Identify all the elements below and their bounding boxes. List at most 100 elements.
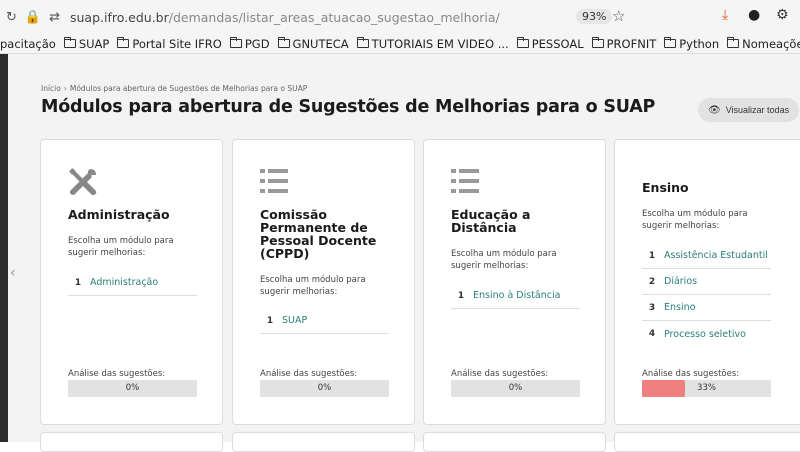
- folder-icon: [516, 37, 529, 48]
- module-list: 1 SUAP: [260, 308, 389, 334]
- lock-icon[interactable]: 🔒: [25, 10, 41, 25]
- card-partial: [232, 432, 415, 452]
- module-list: 1 Assistência Estudantil 2 Diários 3 Ens…: [642, 243, 771, 347]
- folder-icon: [664, 37, 677, 48]
- module-number: 3: [648, 302, 656, 313]
- card-title: Administração: [68, 207, 170, 222]
- card-ensino: Ensino Escolha um módulo para sugerir me…: [614, 139, 800, 425]
- eye-icon: 👁: [708, 104, 721, 116]
- bookmark-label: TUTORIAIS EM VIDEO ...: [371, 36, 509, 51]
- module-item[interactable]: 1 Administração: [68, 270, 197, 296]
- breadcrumb-home[interactable]: Início: [41, 84, 61, 93]
- bookmark-label: PGD: [244, 36, 270, 51]
- view-all-label: Visualizar todas: [725, 105, 790, 115]
- folder-icon: [117, 37, 130, 48]
- module-link[interactable]: SUAP: [282, 315, 307, 326]
- bookmark-nomeacoes[interactable]: Nomeações: [727, 37, 800, 51]
- card-partial: [423, 432, 606, 452]
- module-link[interactable]: Processo seletivo: [664, 329, 746, 340]
- left-sidebar-edge: [0, 54, 8, 442]
- card-title: Educação a Distância: [451, 207, 531, 235]
- download-icon[interactable]: ⤓: [722, 7, 728, 23]
- bookmark-gnuteca[interactable]: GNUTECA: [277, 36, 349, 51]
- folder-icon: [277, 37, 290, 48]
- reload-icon[interactable]: ↻: [6, 10, 17, 25]
- breadcrumb: Início › Módulos para abertura de Sugestõe…: [41, 84, 307, 93]
- card-partial: [614, 432, 800, 452]
- module-number: 1: [457, 290, 465, 301]
- bookmark-suap[interactable]: SUAP: [63, 36, 110, 51]
- folder-icon: [63, 37, 76, 48]
- folder-icon: [727, 37, 740, 48]
- breadcrumb-current: Módulos para abertura de Sugestões de Me…: [69, 84, 308, 93]
- card-partial: [40, 432, 223, 452]
- bookmark-label: Python: [679, 36, 720, 51]
- bookmark-profnit[interactable]: PROFNIT: [591, 36, 657, 51]
- bookmark-label: GNUTECA: [292, 36, 349, 51]
- module-list: 1 Administração: [68, 270, 197, 296]
- zoom-indicator[interactable]: 93%: [576, 9, 613, 24]
- module-number: 1: [266, 315, 274, 326]
- module-item[interactable]: 1 Assistência Estudantil: [642, 243, 771, 269]
- bookmark-label: Portal Site IFRO: [132, 36, 222, 51]
- extension-icon[interactable]: ●: [748, 7, 760, 23]
- progress-text: 0%: [317, 383, 332, 393]
- bookmark-pgd[interactable]: PGD: [229, 36, 270, 51]
- analysis-label: Análise das sugestões:: [642, 369, 740, 379]
- bookmark-label: Nomeações: [742, 36, 800, 51]
- analysis-label: Análise das sugestões:: [68, 369, 166, 379]
- module-link[interactable]: Administração: [90, 277, 158, 288]
- progress-bar: 0%: [451, 380, 580, 397]
- module-number: 2: [648, 276, 656, 287]
- progress-bar: 0%: [260, 380, 389, 397]
- bookmark-pessoal[interactable]: PESSOAL: [516, 37, 584, 51]
- bookmark-label: PROFNIT: [606, 36, 657, 51]
- view-all-button[interactable]: 👁 Visualizar todas: [698, 98, 800, 122]
- bookmark-label: pacitação: [0, 36, 56, 51]
- card-description: Escolha um módulo para sugerir melhorias…: [451, 249, 557, 271]
- progress-text: 0%: [125, 383, 140, 393]
- url-path: /demandas/listar_areas_atuacao_sugestao_…: [168, 9, 500, 25]
- folder-icon: [356, 37, 369, 48]
- module-number: 4: [648, 329, 656, 339]
- url-field[interactable]: suap.ifro.edu.br/demandas/listar_areas_a…: [70, 10, 500, 25]
- bookmark-portal[interactable]: Portal Site IFRO: [117, 36, 222, 51]
- bookmark-python[interactable]: Python: [664, 37, 719, 51]
- list-icon: [260, 169, 288, 193]
- analysis-label: Análise das sugestões:: [451, 369, 549, 379]
- module-item[interactable]: 2 Diários: [642, 269, 771, 295]
- card-description: Escolha um módulo para sugerir melhorias…: [642, 209, 748, 231]
- module-item[interactable]: 3 Ensino: [642, 295, 771, 321]
- module-link[interactable]: Diários: [664, 276, 697, 287]
- card-description: Escolha um módulo para sugerir melhorias…: [260, 275, 366, 297]
- module-link[interactable]: Ensino: [664, 302, 695, 313]
- module-item[interactable]: 1 Ensino à Distância: [451, 283, 580, 309]
- browser-toolbar: ↻ 🔒 ⇄ suap.ifro.edu.br/demandas/listar_a…: [0, 0, 800, 34]
- breadcrumb-separator-icon: ›: [63, 84, 67, 93]
- module-link[interactable]: Ensino à Distância: [473, 290, 560, 301]
- progress-bar: 33%: [642, 380, 771, 397]
- profile-icon[interactable]: ⚙: [776, 7, 789, 23]
- module-number: 1: [74, 277, 82, 288]
- card-administracao: Administração Escolha um módulo para sug…: [40, 139, 223, 425]
- progress-text: 0%: [508, 383, 523, 393]
- page-title: Módulos para abertura de Sugestões de Me…: [41, 97, 656, 117]
- url-host: suap.ifro.edu.br: [70, 9, 169, 25]
- bookmark-tutoriais[interactable]: TUTORIAIS EM VIDEO ...: [356, 36, 509, 51]
- card-educacao-distancia: Educação a Distância Escolha um módulo p…: [423, 139, 606, 425]
- bookmarks-bar: pacitação SUAP Portal Site IFRO PGD GNUT…: [0, 34, 800, 54]
- folder-icon: [229, 37, 242, 48]
- module-list: 1 Ensino à Distância: [451, 283, 580, 309]
- module-item[interactable]: 4 Processo seletivo: [642, 321, 771, 347]
- module-number: 1: [648, 250, 656, 261]
- module-link[interactable]: Assistência Estudantil: [664, 250, 768, 261]
- bookmark-capacitacao[interactable]: pacitação: [0, 37, 56, 51]
- site-settings-icon[interactable]: ⇄: [49, 10, 60, 25]
- analysis-label: Análise das sugestões:: [260, 369, 358, 379]
- bookmark-label: SUAP: [78, 36, 110, 51]
- progress-bar: 0%: [68, 380, 197, 397]
- bookmark-star-icon[interactable]: ☆: [612, 7, 625, 25]
- module-item[interactable]: 1 SUAP: [260, 308, 389, 334]
- chevron-left-icon[interactable]: ‹: [10, 265, 16, 281]
- card-title: Ensino: [642, 180, 689, 195]
